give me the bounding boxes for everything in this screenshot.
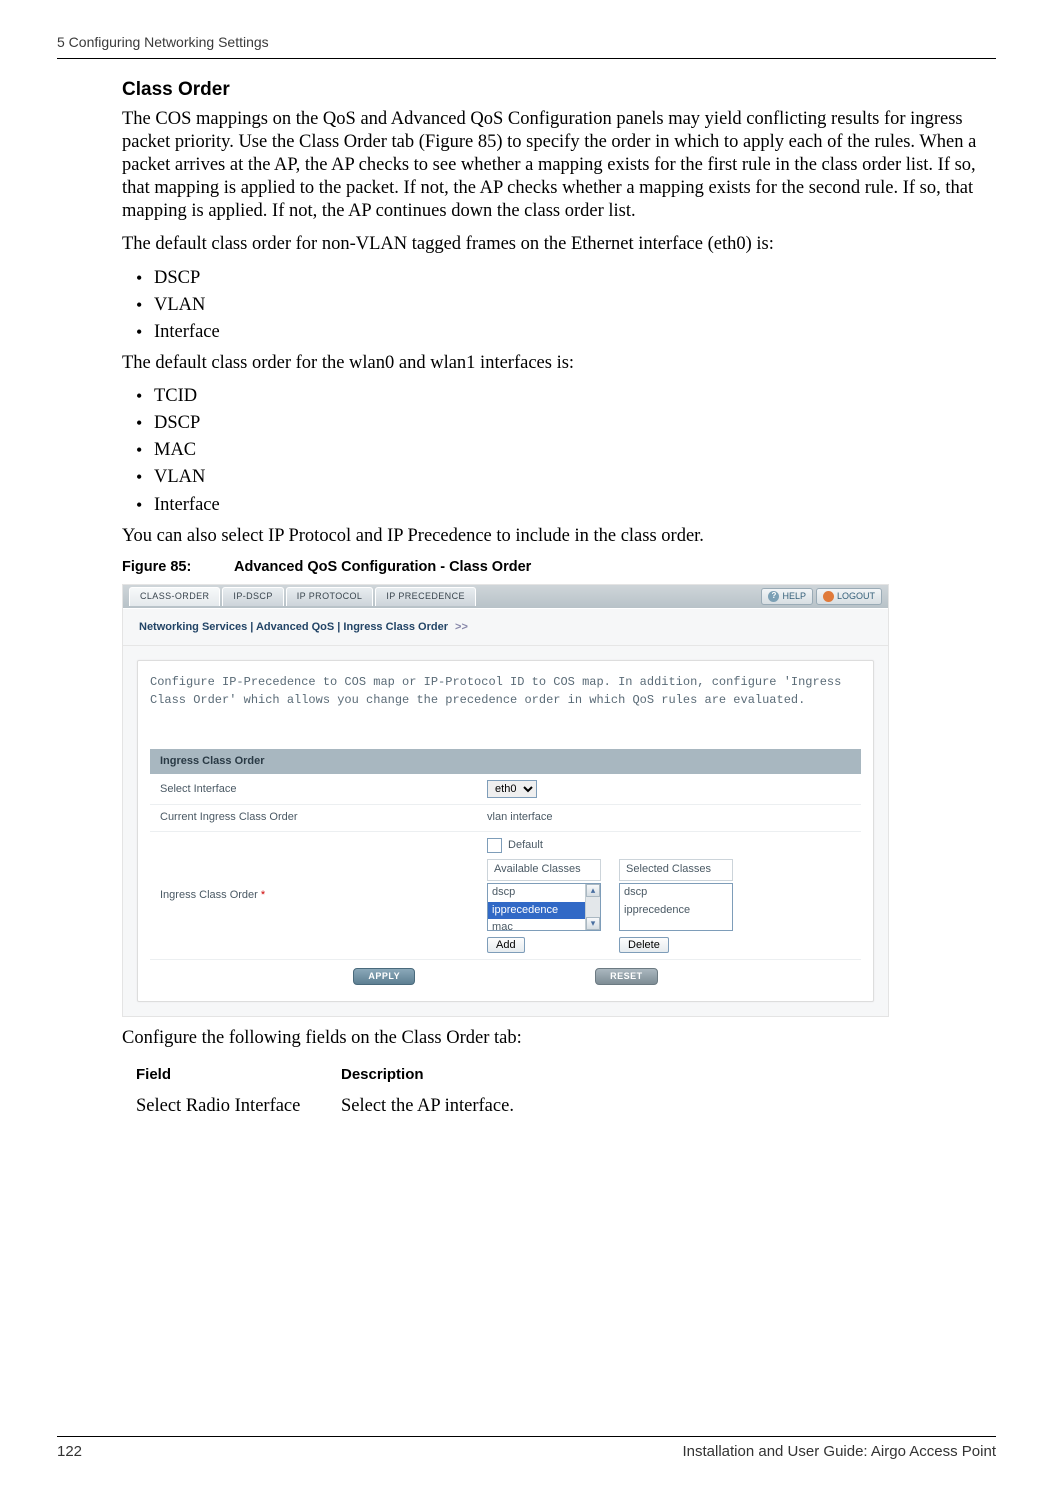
field-name: Select Radio Interface xyxy=(136,1091,341,1122)
list-item: MAC xyxy=(122,439,995,462)
list-item: Interface xyxy=(122,494,995,517)
available-classes-header: Available Classes xyxy=(487,859,601,881)
list-item: DSCP xyxy=(122,412,995,435)
row-current-order: Current Ingress Class Order vlan interfa… xyxy=(150,805,861,832)
select-interface-dropdown[interactable]: eth0 xyxy=(487,780,537,798)
select-interface-label: Select Interface xyxy=(150,774,477,805)
current-order-value: vlan interface xyxy=(477,805,861,832)
list-item[interactable]: dscp xyxy=(488,884,600,902)
add-button[interactable]: Add xyxy=(487,937,525,953)
para-wlan-default: The default class order for the wlan0 an… xyxy=(122,352,995,375)
tab-ip-dscp[interactable]: IP-DSCP xyxy=(222,587,283,606)
figure-title: Advanced QoS Configuration - Class Order xyxy=(234,559,531,575)
row-ingress-order: Ingress Class Order * Default Available … xyxy=(150,832,861,960)
class-lists: Available Classes dscp ipprecedence mac … xyxy=(487,859,851,953)
selected-column: Selected Classes dscp ipprecedence Delet… xyxy=(619,859,733,953)
page-footer: 122 Installation and User Guide: Airgo A… xyxy=(57,1436,996,1462)
section-heading: Class Order xyxy=(122,78,995,102)
tab-class-order[interactable]: CLASS-ORDER xyxy=(129,587,220,606)
field-description-table: Field Description Select Radio Interface… xyxy=(136,1060,514,1122)
help-label: HELP xyxy=(782,591,806,602)
help-button[interactable]: ?HELP xyxy=(761,588,813,605)
panel: Configure IP-Precedence to COS map or IP… xyxy=(137,660,874,1003)
table-header-row: Field Description xyxy=(136,1060,514,1091)
list-item[interactable]: ipprecedence xyxy=(488,902,600,920)
panel-description: Configure IP-Precedence to COS map or IP… xyxy=(150,673,861,709)
list-item: DSCP xyxy=(122,267,995,290)
list-item[interactable]: mac xyxy=(488,919,600,937)
embedded-screenshot: CLASS-ORDER IP-DSCP IP PROTOCOL IP PRECE… xyxy=(122,584,889,1017)
tab-bar: CLASS-ORDER IP-DSCP IP PROTOCOL IP PRECE… xyxy=(123,585,888,609)
selected-classes-header: Selected Classes xyxy=(619,859,733,881)
scroll-down-icon[interactable]: ▾ xyxy=(586,917,600,930)
para-also-select: You can also select IP Protocol and IP P… xyxy=(122,525,995,548)
ingress-order-label-text: Ingress Class Order xyxy=(160,889,258,901)
wlan-class-order-list: TCID DSCP MAC VLAN Interface xyxy=(122,385,995,517)
page-content: Class Order The COS mappings on the QoS … xyxy=(122,78,995,1122)
guide-title: Installation and User Guide: Airgo Acces… xyxy=(682,1443,996,1462)
default-checkbox-row: Default xyxy=(487,838,851,853)
logout-icon xyxy=(823,591,834,602)
breadcrumb: Networking Services | Advanced QoS | Ing… xyxy=(123,609,888,646)
scroll-up-icon[interactable]: ▴ xyxy=(586,884,600,897)
default-checkbox-label: Default xyxy=(508,839,543,853)
field-description: Select the AP interface. xyxy=(341,1091,514,1122)
form-table: Select Interface eth0 Current Ingress Cl… xyxy=(150,774,861,960)
eth-class-order-list: DSCP VLAN Interface xyxy=(122,267,995,344)
breadcrumb-arrow-icon: >> xyxy=(455,621,468,633)
list-item[interactable]: ipprecedence xyxy=(620,902,732,920)
para-configure-fields: Configure the following fields on the Cl… xyxy=(122,1027,995,1050)
tab-ip-precedence[interactable]: IP PRECEDENCE xyxy=(375,587,476,606)
ingress-order-cell: Default Available Classes dscp ipprecede… xyxy=(477,832,861,960)
logout-button[interactable]: LOGOUT xyxy=(816,588,882,605)
reset-button[interactable]: RESET xyxy=(595,968,658,985)
listbox-scrollbar[interactable]: ▴ ▾ xyxy=(585,884,600,930)
para-intro: The COS mappings on the QoS and Advanced… xyxy=(122,108,995,224)
default-checkbox[interactable] xyxy=(487,838,502,853)
figure-number: Figure 85: xyxy=(122,558,234,576)
description-header: Description xyxy=(341,1060,514,1091)
list-item: VLAN xyxy=(122,466,995,489)
help-icon: ? xyxy=(768,591,779,602)
available-classes-listbox[interactable]: dscp ipprecedence mac ▴ ▾ xyxy=(487,883,601,931)
page-number: 122 xyxy=(57,1443,82,1462)
tab-ip-protocol[interactable]: IP PROTOCOL xyxy=(286,587,374,606)
row-select-interface: Select Interface eth0 xyxy=(150,774,861,805)
ingress-order-label: Ingress Class Order * xyxy=(150,832,477,960)
form-buttons: APPLY RESET xyxy=(150,960,861,989)
para-eth-default: The default class order for non-VLAN tag… xyxy=(122,233,995,256)
apply-button[interactable]: APPLY xyxy=(353,968,415,985)
list-item: Interface xyxy=(122,321,995,344)
required-asterisk: * xyxy=(261,889,265,901)
list-item[interactable]: dscp xyxy=(620,884,732,902)
available-column: Available Classes dscp ipprecedence mac … xyxy=(487,859,601,953)
section-bar: Ingress Class Order xyxy=(150,749,861,775)
chapter-title: 5 Configuring Networking Settings xyxy=(57,34,269,50)
page-header: 5 Configuring Networking Settings xyxy=(57,34,996,59)
list-item: VLAN xyxy=(122,294,995,317)
field-header: Field xyxy=(136,1060,341,1091)
breadcrumb-text: Networking Services | Advanced QoS | Ing… xyxy=(139,621,448,633)
list-item: TCID xyxy=(122,385,995,408)
delete-button[interactable]: Delete xyxy=(619,937,669,953)
current-order-label: Current Ingress Class Order xyxy=(150,805,477,832)
selected-classes-listbox[interactable]: dscp ipprecedence xyxy=(619,883,733,931)
figure-caption: Figure 85:Advanced QoS Configuration - C… xyxy=(122,558,995,576)
table-row: Select Radio Interface Select the AP int… xyxy=(136,1091,514,1122)
logout-label: LOGOUT xyxy=(837,591,875,602)
